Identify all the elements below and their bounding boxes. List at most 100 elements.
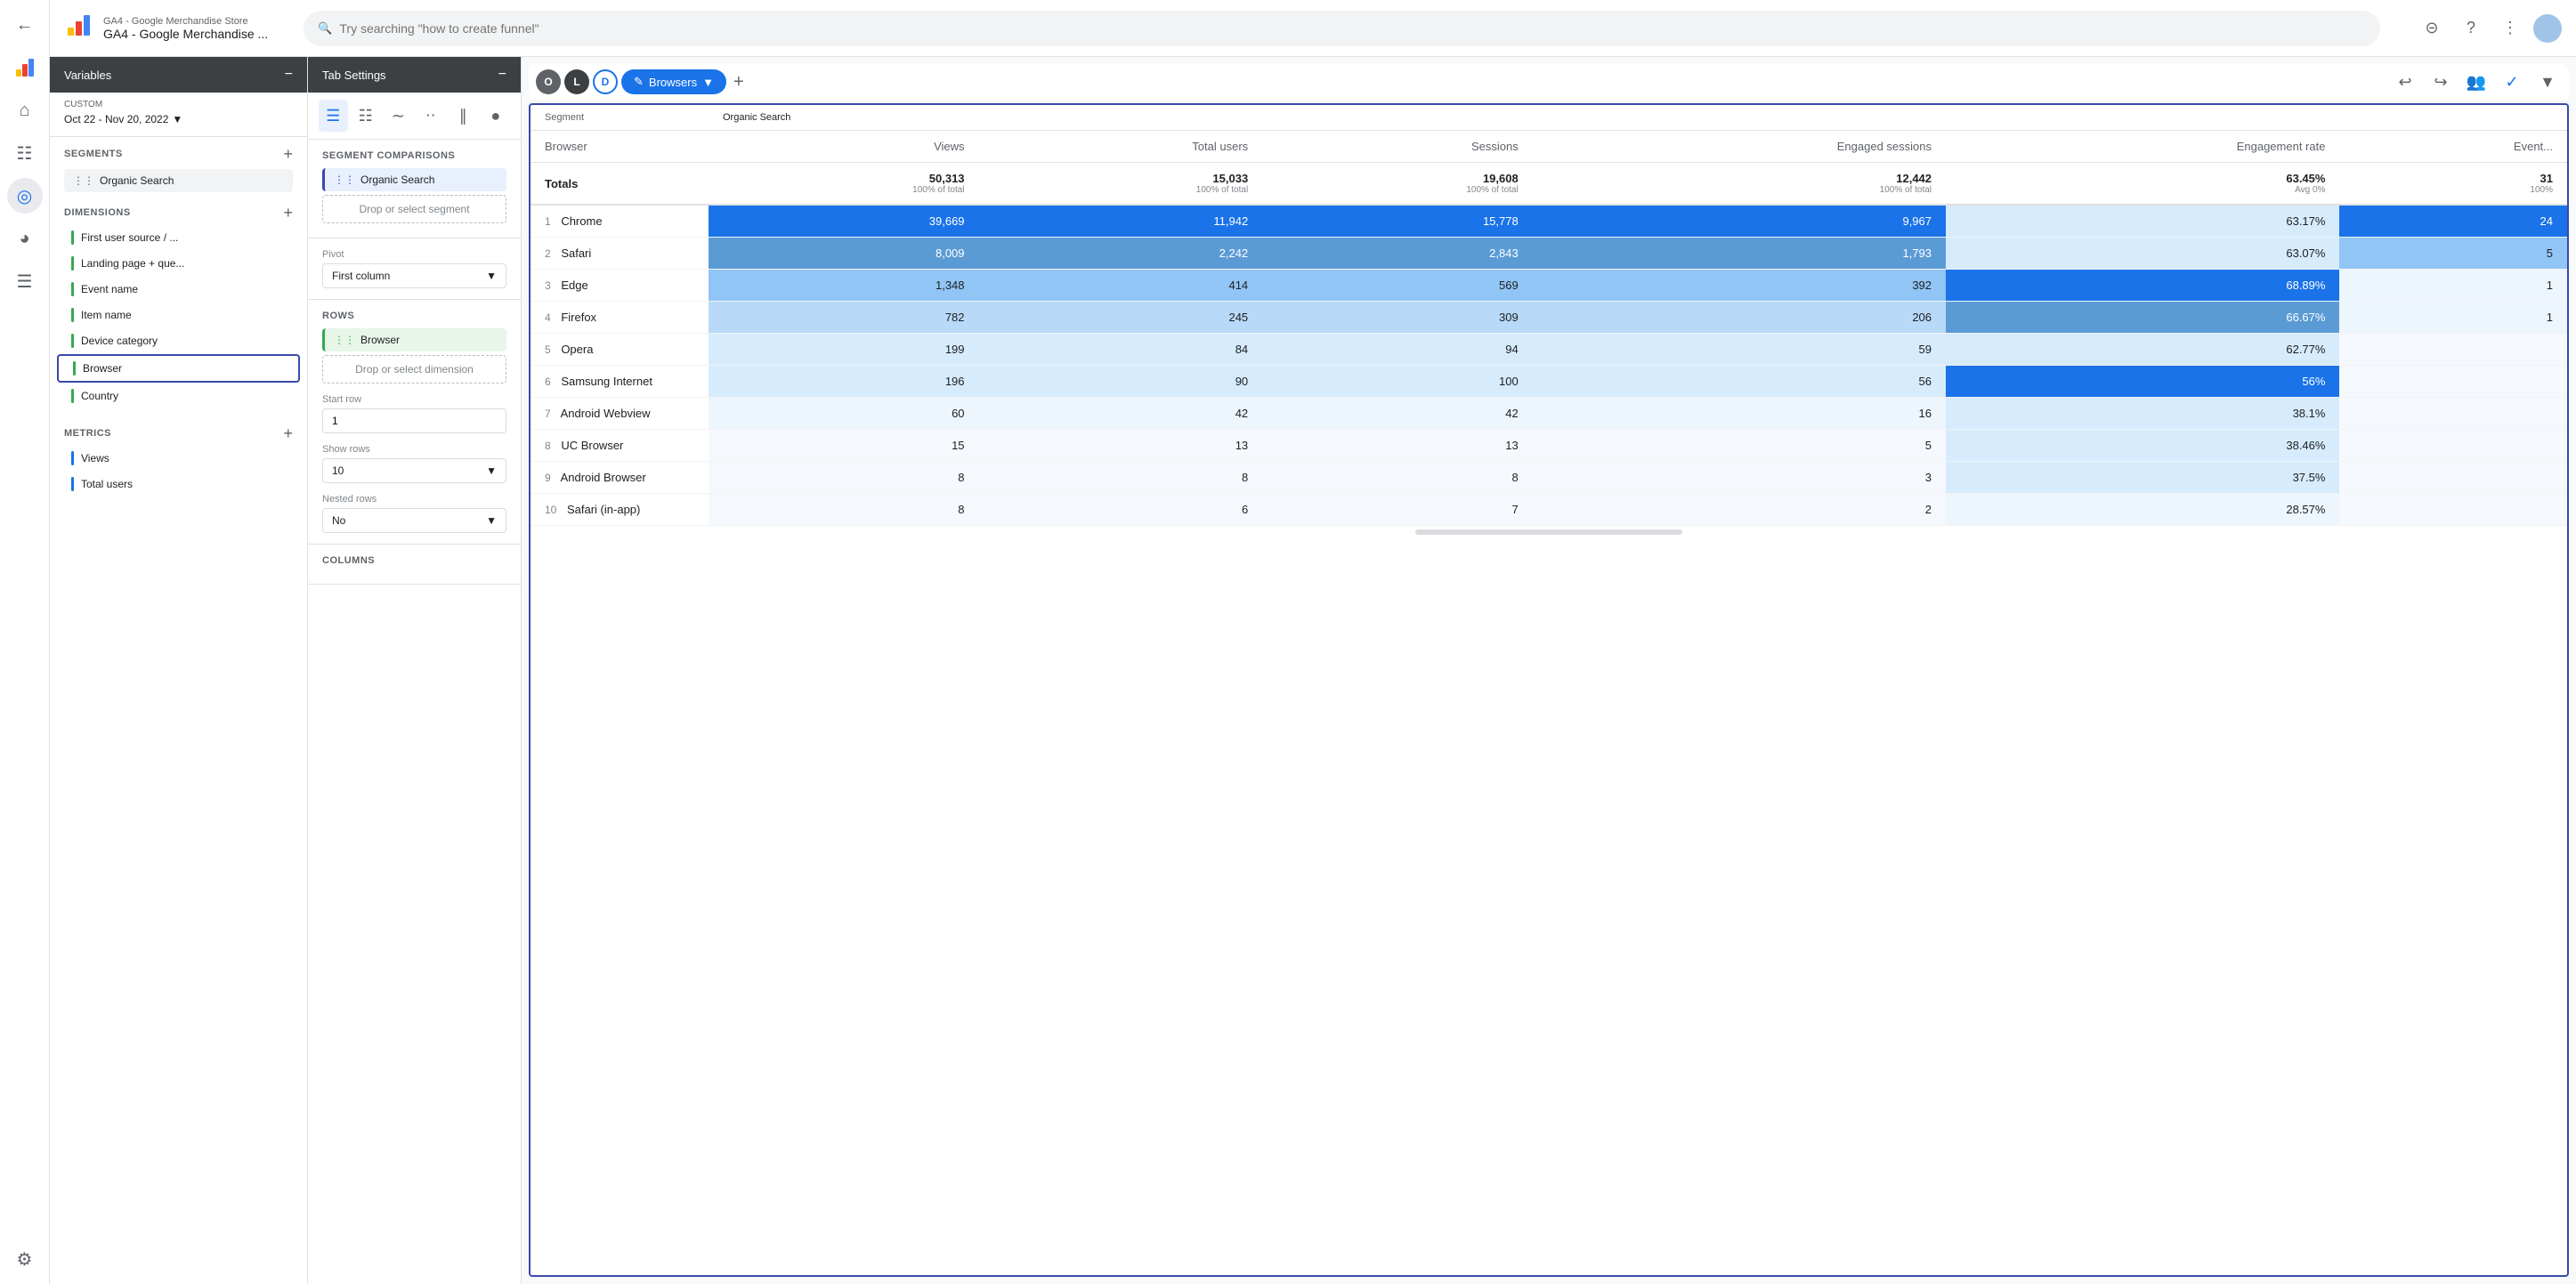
add-tab-button[interactable]: +: [730, 72, 748, 93]
nav-configure-icon[interactable]: ☰: [7, 263, 43, 299]
totals-total-users: 15,033 100% of total: [979, 163, 1263, 206]
show-rows-group: Show rows 10 ▼: [322, 444, 506, 483]
metric-item[interactable]: Views: [57, 446, 300, 471]
avatar[interactable]: [2533, 14, 2562, 43]
date-value[interactable]: Oct 22 - Nov 20, 2022 ▼: [64, 109, 293, 129]
bar-view-button[interactable]: ∥: [449, 100, 478, 132]
cell-engaged-sessions: 9,967: [1533, 205, 1946, 238]
nav-home-icon[interactable]: ⌂: [7, 93, 43, 128]
add-segment-button[interactable]: +: [283, 146, 293, 162]
col-engagement-rate[interactable]: Engagement rate: [1946, 131, 2339, 163]
cell-engagement-rate: 63.07%: [1946, 238, 2339, 270]
header-search[interactable]: 🔍: [304, 11, 2380, 46]
table-row[interactable]: 1 Chrome 39,669 11,942 15,778 9,967 63.1…: [531, 205, 2567, 238]
undo-button[interactable]: ↩: [2391, 68, 2419, 96]
table-row[interactable]: 7 Android Webview 60 42 42 16 38.1%: [531, 398, 2567, 430]
geo-view-button[interactable]: ●: [482, 100, 511, 132]
check-button[interactable]: ✓: [2498, 68, 2526, 96]
cell-engaged-sessions: 5: [1533, 430, 1946, 462]
col-views[interactable]: Views: [709, 131, 979, 163]
dimension-item[interactable]: Landing page + que...: [57, 251, 300, 276]
help-button[interactable]: ?: [2455, 12, 2487, 44]
grid-view-button[interactable]: ⊝: [2416, 12, 2448, 44]
col-events[interactable]: Event...: [2339, 131, 2567, 163]
table-row[interactable]: 10 Safari (in-app) 8 6 7 2 28.57%: [531, 494, 2567, 526]
scatter-view-button[interactable]: ⋅⋅: [417, 100, 446, 132]
dimension-item[interactable]: First user source / ...: [57, 225, 300, 250]
nav-explore-icon[interactable]: ◎: [7, 178, 43, 214]
pivot-view-button[interactable]: ☷: [352, 100, 381, 132]
drop-segment-label: Drop or select segment: [359, 203, 469, 215]
nav-settings-icon[interactable]: ⚙: [7, 1241, 43, 1277]
redo-button[interactable]: ↪: [2426, 68, 2455, 96]
table-row[interactable]: 5 Opera 199 84 94 59 62.77%: [531, 334, 2567, 366]
segment-tag-organic[interactable]: ⋮⋮ Organic Search: [322, 168, 506, 191]
search-icon: 🔍: [318, 21, 332, 36]
start-row-input[interactable]: [322, 408, 506, 433]
browsers-tab-label: Browsers: [649, 76, 697, 89]
table-row[interactable]: 4 Firefox 782 245 309 206 66.67% 1: [531, 302, 2567, 334]
dimension-item[interactable]: Country: [57, 384, 300, 408]
table-row[interactable]: 9 Android Browser 8 8 8 3 37.5%: [531, 462, 2567, 494]
table-row[interactable]: 3 Edge 1,348 414 569 392 68.89% 1: [531, 270, 2567, 302]
line-view-button[interactable]: ∼: [384, 100, 413, 132]
dimension-label: Item name: [81, 309, 132, 321]
segment-chip-organic-search[interactable]: ⋮⋮ Organic Search: [64, 169, 293, 192]
tab-avatar-l[interactable]: L: [564, 69, 589, 94]
row-tag-label: Browser: [360, 334, 400, 346]
table-view-button[interactable]: ☰: [319, 100, 348, 132]
dimension-item[interactable]: Device category: [57, 328, 300, 353]
browsers-tab[interactable]: ✎ Browsers ▼: [621, 69, 726, 94]
drop-segment-zone[interactable]: Drop or select segment: [322, 195, 506, 223]
table-row[interactable]: 2 Safari 8,009 2,242 2,843 1,793 63.07% …: [531, 238, 2567, 270]
nav-reports-icon[interactable]: ☷: [7, 135, 43, 171]
browser-name: Samsung Internet: [561, 375, 652, 388]
cell-engaged-sessions: 59: [1533, 334, 1946, 366]
variables-panel-minimize[interactable]: −: [285, 68, 293, 82]
segment-header-row: Segment Organic Search: [531, 105, 2567, 131]
metric-item[interactable]: Total users: [57, 472, 300, 497]
col-sessions[interactable]: Sessions: [1262, 131, 1533, 163]
dimensions-label: DIMENSIONS: [64, 207, 131, 218]
col-engaged-sessions[interactable]: Engaged sessions: [1533, 131, 1946, 163]
dimension-indicator: [71, 282, 74, 296]
drop-dimension-zone[interactable]: Drop or select dimension: [322, 355, 506, 384]
nav-back-icon[interactable]: ←: [7, 7, 43, 43]
share-dropdown-button[interactable]: ▼: [2533, 68, 2562, 96]
cell-sessions: 100: [1262, 366, 1533, 398]
add-person-button[interactable]: 👥: [2462, 68, 2491, 96]
col-total-users[interactable]: Total users: [979, 131, 1263, 163]
search-input[interactable]: [339, 21, 2366, 36]
start-row-label: Start row: [322, 394, 506, 405]
dimension-item[interactable]: Browser: [57, 354, 300, 383]
table-row[interactable]: 6 Samsung Internet 196 90 100 56 56%: [531, 366, 2567, 398]
tab-avatar-d[interactable]: D: [593, 69, 618, 94]
tab-settings-minimize[interactable]: −: [498, 68, 506, 82]
nav-advertising-icon[interactable]: ◕: [7, 221, 43, 256]
tab-right-actions: ↩ ↪ 👥 ✓ ▼: [2391, 68, 2562, 96]
row-number: 7: [545, 408, 551, 420]
dimension-label: Country: [81, 390, 118, 402]
dimension-item[interactable]: Event name: [57, 277, 300, 302]
dimension-indicator: [71, 256, 74, 271]
cell-events: 1: [2339, 270, 2567, 302]
cell-views: 1,348: [709, 270, 979, 302]
tab-avatar-o[interactable]: O: [536, 69, 561, 94]
show-rows-select[interactable]: 10 ▼: [322, 458, 506, 483]
table-row[interactable]: 8 UC Browser 15 13 13 5 38.46%: [531, 430, 2567, 462]
dimensions-section-header: DIMENSIONS +: [50, 196, 307, 224]
cell-events: [2339, 334, 2567, 366]
horizontal-scrollbar[interactable]: [1415, 529, 1682, 535]
show-rows-label: Show rows: [322, 444, 506, 455]
cell-total-users: 84: [979, 334, 1263, 366]
row-tag-browser[interactable]: ⋮⋮ Browser: [322, 328, 506, 351]
nested-rows-select[interactable]: No ▼: [322, 508, 506, 533]
add-metric-button[interactable]: +: [283, 425, 293, 441]
pivot-select[interactable]: First column ▼: [322, 263, 506, 288]
add-dimension-button[interactable]: +: [283, 205, 293, 221]
more-options-button[interactable]: ⋮: [2494, 12, 2526, 44]
metric-label: Total users: [81, 478, 133, 490]
cell-total-users: 245: [979, 302, 1263, 334]
dimension-item[interactable]: Item name: [57, 303, 300, 327]
date-selector[interactable]: Custom Oct 22 - Nov 20, 2022 ▼: [50, 93, 307, 137]
